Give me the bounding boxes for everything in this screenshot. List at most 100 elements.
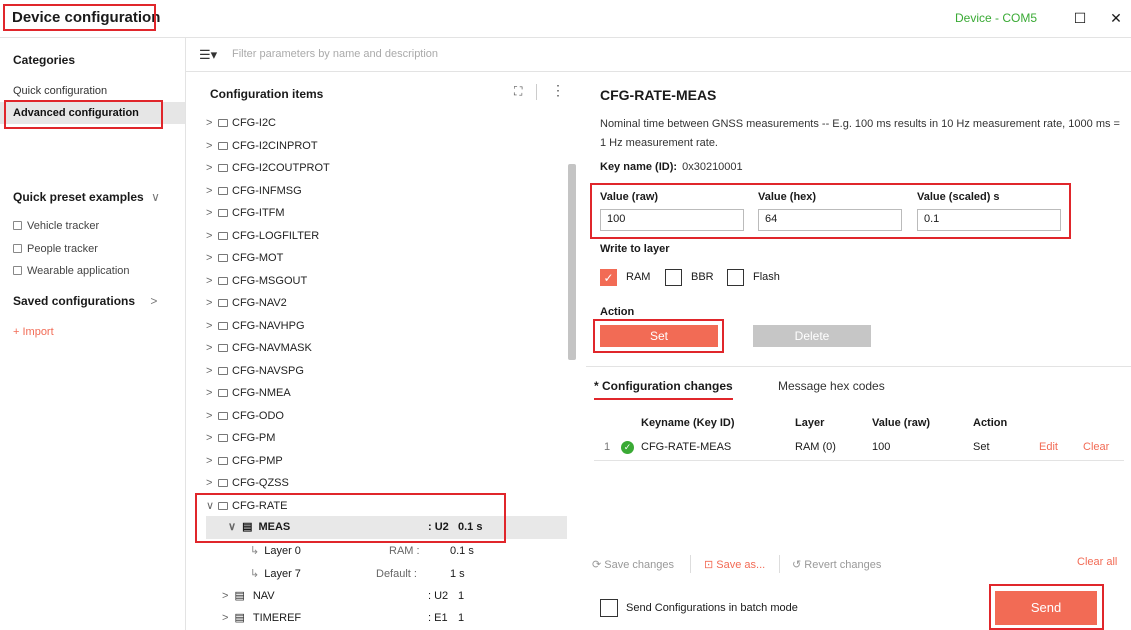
sidebar: Categories Quick configuration Advanced … <box>0 38 186 630</box>
chevron-right-icon: > <box>206 297 213 309</box>
folder-icon <box>218 141 228 150</box>
folder-icon <box>218 411 228 420</box>
tree-group[interactable]: > CFG-PM <box>206 427 275 449</box>
close-icon[interactable]: ✕ <box>1104 6 1128 30</box>
tree-group[interactable]: > CFG-NAV2 <box>206 292 287 314</box>
tree-group[interactable]: > CFG-MSGOUT <box>206 270 307 292</box>
meas-type: : U2 <box>428 521 449 533</box>
parameter-title: CFG-RATE-MEAS <box>600 87 717 103</box>
tree-group[interactable]: > CFG-QZSS <box>206 472 289 494</box>
tree-group-label: CFG-NAVHPG <box>232 319 305 332</box>
chevron-right-icon: > <box>206 319 213 332</box>
row-value: 100 <box>872 441 891 453</box>
value-scaled-input[interactable]: 0.1 <box>917 209 1061 231</box>
tree-scrollbar-thumb[interactable] <box>568 164 576 360</box>
tree-group-label: CFG-NAVSPG <box>232 364 304 377</box>
tree-group-label: CFG-PM <box>232 432 276 444</box>
flash-checkbox[interactable] <box>727 269 744 286</box>
key-name: Key name (ID): 0x30210001 <box>600 161 743 173</box>
meas-label: MEAS <box>258 521 291 533</box>
import-link[interactable]: + Import <box>13 326 54 338</box>
row-clear-link[interactable]: Clear <box>1083 441 1109 453</box>
tree-group[interactable]: > CFG-NAVHPG <box>206 315 305 337</box>
document-icon <box>13 266 22 275</box>
tree-item-nav[interactable]: > ▤ NAV <box>222 585 275 607</box>
detail-panel: CFG-RATE-MEAS Nominal time between GNSS … <box>586 72 1131 630</box>
send-button[interactable]: Send <box>995 591 1097 625</box>
column-header-layer: Layer <box>795 417 825 429</box>
tree-group-label: CFG-MSGOUT <box>232 274 308 287</box>
more-menu-icon[interactable]: ⋮ <box>551 82 565 99</box>
save-changes-button[interactable]: ⟳ Save changes <box>592 558 674 571</box>
ram-checkbox[interactable]: ✓ <box>600 269 617 286</box>
tree-group-label: CFG-MOT <box>232 252 284 264</box>
value-raw-input[interactable]: 100 <box>600 209 744 231</box>
layer-name: Layer 7 <box>264 568 301 580</box>
tree-group[interactable]: > CFG-NMEA <box>206 382 291 404</box>
bbr-label: BBR <box>691 271 714 283</box>
tree-group[interactable]: > CFG-LOGFILTER <box>206 225 319 247</box>
tree-group[interactable]: > CFG-INFMSG <box>206 180 302 202</box>
batch-mode-checkbox[interactable] <box>600 599 618 617</box>
tree-item-meas[interactable]: ∨ ▤ MEAS <box>228 516 290 538</box>
filter-icon[interactable]: ☰▾ <box>199 47 217 63</box>
divider <box>779 555 780 573</box>
save-as-button[interactable]: ⊡ Save as... <box>704 558 765 571</box>
preset-wearable-application[interactable]: Wearable application <box>13 265 130 277</box>
nav-value: 1 <box>458 590 465 602</box>
saved-configurations-heading[interactable]: Saved configurations > <box>13 294 157 308</box>
batch-mode-label: Send Configurations in batch mode <box>626 602 798 614</box>
tree-item-timeref[interactable]: > ▤ TIMEREF <box>222 607 301 629</box>
folder-icon <box>218 119 228 127</box>
chevron-right-icon: > <box>222 612 229 624</box>
chevron-right-icon: > <box>206 364 213 377</box>
revert-changes-button[interactable]: ↺ Revert changes <box>792 558 881 571</box>
folder-icon <box>218 276 228 285</box>
presets-heading[interactable]: Quick preset examples ∨ <box>13 190 160 204</box>
divider <box>536 84 537 100</box>
tree-group-label: CFG-LOGFILTER <box>232 229 320 242</box>
tree-group[interactable]: > CFG-NAVMASK <box>206 337 312 359</box>
tab-configuration-changes[interactable]: * Configuration changes <box>594 379 733 400</box>
preset-people-tracker[interactable]: People tracker <box>13 243 98 255</box>
tree-group-label: CFG-NAVMASK <box>232 342 312 354</box>
sidebar-item-quick-configuration[interactable]: Quick configuration <box>0 80 185 102</box>
maximize-icon[interactable]: ☐ <box>1068 6 1092 30</box>
flash-label: Flash <box>753 271 780 283</box>
folder-icon <box>218 231 228 240</box>
chevron-right-icon: > <box>206 409 213 422</box>
save-changes-label: Save changes <box>604 559 674 571</box>
tree-group[interactable]: > CFG-ITFM <box>206 202 285 224</box>
save-icon: ⊡ <box>704 559 714 571</box>
tree-group[interactable]: > CFG-ODO <box>206 405 284 427</box>
value-scaled-label: Value (scaled) s <box>917 191 1000 203</box>
value-hex-input[interactable]: 64 <box>758 209 902 231</box>
clear-all-link[interactable]: Clear all <box>1077 556 1117 568</box>
tree-group[interactable]: > CFG-NAVSPG <box>206 360 304 382</box>
save-as-label: Save as... <box>716 559 766 571</box>
expand-collapse-icon[interactable]: ⛶ <box>514 84 522 99</box>
row-edit-link[interactable]: Edit <box>1039 441 1058 453</box>
bbr-checkbox[interactable] <box>665 269 682 286</box>
tree-group-label: CFG-I2C <box>232 117 276 129</box>
layer-7-value: 1 s <box>450 568 465 580</box>
timeref-label: TIMEREF <box>252 612 302 624</box>
preset-label: People tracker <box>27 243 98 255</box>
tab-message-hex-codes[interactable]: Message hex codes <box>778 379 885 393</box>
tree-group[interactable]: > CFG-I2C <box>206 112 276 134</box>
sidebar-item-advanced-configuration[interactable]: Advanced configuration <box>0 102 185 124</box>
layer-0-layer: RAM : <box>389 545 420 557</box>
filter-input[interactable]: Filter parameters by name and descriptio… <box>232 48 438 60</box>
tree-group[interactable]: > CFG-I2CINPROT <box>206 135 318 157</box>
subitem-arrow-icon: ↳ <box>250 568 260 580</box>
tree-group[interactable]: ∨ CFG-RATE <box>206 495 287 517</box>
tree-group[interactable]: > CFG-PMP <box>206 450 283 472</box>
set-button[interactable]: Set <box>600 325 718 347</box>
chevron-down-icon: ∨ <box>151 190 160 204</box>
delete-button[interactable]: Delete <box>753 325 871 347</box>
tree-group[interactable]: > CFG-I2COUTPROT <box>206 157 330 179</box>
chevron-right-icon: > <box>222 590 229 602</box>
tree-group[interactable]: > CFG-MOT <box>206 247 283 269</box>
preset-vehicle-tracker[interactable]: Vehicle tracker <box>13 220 99 232</box>
nav-label: NAV <box>252 590 275 602</box>
